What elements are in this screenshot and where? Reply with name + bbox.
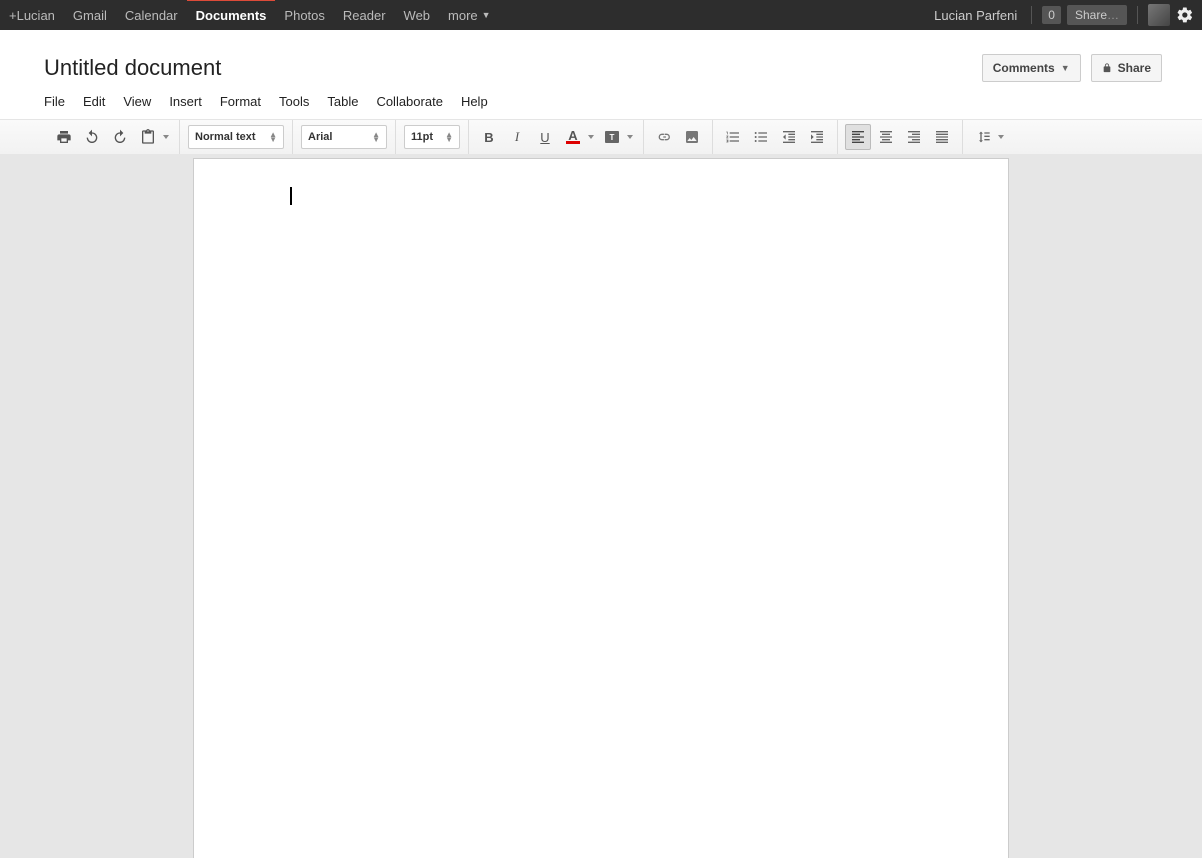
print-icon[interactable] bbox=[51, 124, 77, 150]
gbar-item-calendar[interactable]: Calendar bbox=[116, 0, 187, 30]
font-family-value: Arial bbox=[308, 131, 332, 143]
menu-tools[interactable]: Tools bbox=[279, 94, 309, 109]
italic-icon[interactable]: I bbox=[504, 124, 530, 150]
align-center-icon[interactable] bbox=[873, 124, 899, 150]
align-left-icon[interactable] bbox=[845, 124, 871, 150]
decrease-indent-icon[interactable] bbox=[776, 124, 802, 150]
gbar-item-plus[interactable]: +Lucian bbox=[0, 0, 64, 30]
stepper-icon: ▲▼ bbox=[269, 132, 277, 142]
chevron-down-icon: ▼ bbox=[482, 10, 491, 20]
text-cursor bbox=[290, 187, 292, 205]
align-justify-icon[interactable] bbox=[929, 124, 955, 150]
toolbar: Normal text ▲▼ Arial ▲▼ 11pt ▲▼ B I U A bbox=[0, 119, 1202, 155]
toolbar-group-actions bbox=[44, 120, 180, 154]
toolbar-group-lists bbox=[713, 120, 838, 154]
bold-icon[interactable]: B bbox=[476, 124, 502, 150]
gbar-item-web[interactable]: Web bbox=[395, 0, 440, 30]
gbar-more-label: more bbox=[448, 8, 478, 23]
font-size-value: 11pt bbox=[411, 131, 433, 143]
editor-workspace[interactable] bbox=[0, 154, 1202, 858]
numbered-list-icon[interactable] bbox=[720, 124, 746, 150]
gbar-item-documents[interactable]: Documents bbox=[187, 0, 276, 29]
toolbar-group-insert bbox=[644, 120, 713, 154]
share-button-label: Share bbox=[1118, 61, 1151, 75]
toolbar-group-size: 11pt ▲▼ bbox=[396, 120, 469, 154]
image-icon[interactable] bbox=[679, 124, 705, 150]
align-right-icon[interactable] bbox=[901, 124, 927, 150]
gbar-item-more[interactable]: more ▼ bbox=[439, 0, 500, 30]
document-page[interactable] bbox=[193, 158, 1009, 858]
document-chrome: Untitled document Comments ▼ Share File … bbox=[0, 30, 1202, 156]
separator bbox=[1031, 6, 1032, 24]
toolbar-group-spacing bbox=[963, 120, 1014, 154]
text-color-icon[interactable]: A bbox=[560, 124, 586, 150]
paragraph-style-combo[interactable]: Normal text ▲▼ bbox=[188, 125, 284, 149]
google-bar-right: Lucian Parfeni 0 Share bbox=[934, 4, 1194, 26]
title-row: Untitled document Comments ▼ Share bbox=[0, 30, 1202, 86]
font-family-combo[interactable]: Arial ▲▼ bbox=[301, 125, 387, 149]
menu-file[interactable]: File bbox=[44, 94, 65, 109]
menu-view[interactable]: View bbox=[123, 94, 151, 109]
menu-bar: File Edit View Insert Format Tools Table… bbox=[0, 86, 1202, 119]
toolbar-group-align bbox=[838, 120, 963, 154]
bulleted-list-icon[interactable] bbox=[748, 124, 774, 150]
menu-format[interactable]: Format bbox=[220, 94, 261, 109]
highlight-color-icon[interactable]: T bbox=[599, 124, 625, 150]
toolbar-group-text-format: B I U A T bbox=[469, 120, 644, 154]
account-username[interactable]: Lucian Parfeni bbox=[934, 8, 1017, 23]
menu-help[interactable]: Help bbox=[461, 94, 488, 109]
notifications-count[interactable]: 0 bbox=[1042, 6, 1061, 24]
line-spacing-icon[interactable] bbox=[970, 124, 996, 150]
comments-button-label: Comments bbox=[993, 61, 1055, 75]
share-button[interactable]: Share bbox=[1091, 54, 1162, 82]
title-buttons: Comments ▼ Share bbox=[982, 54, 1162, 82]
menu-collaborate[interactable]: Collaborate bbox=[376, 94, 443, 109]
increase-indent-icon[interactable] bbox=[804, 124, 830, 150]
toolbar-group-style: Normal text ▲▼ bbox=[180, 120, 293, 154]
menu-insert[interactable]: Insert bbox=[169, 94, 202, 109]
toolbar-group-font: Arial ▲▼ bbox=[293, 120, 396, 154]
undo-icon[interactable] bbox=[79, 124, 105, 150]
chevron-down-icon: ▼ bbox=[1061, 63, 1070, 73]
menu-edit[interactable]: Edit bbox=[83, 94, 105, 109]
gbar-item-photos[interactable]: Photos bbox=[275, 0, 333, 30]
separator bbox=[1137, 6, 1138, 24]
redo-icon[interactable] bbox=[107, 124, 133, 150]
comments-button[interactable]: Comments ▼ bbox=[982, 54, 1081, 82]
google-bar: +Lucian Gmail Calendar Documents Photos … bbox=[0, 0, 1202, 30]
avatar[interactable] bbox=[1148, 4, 1170, 26]
menu-table[interactable]: Table bbox=[327, 94, 358, 109]
stepper-icon: ▲▼ bbox=[445, 132, 453, 142]
font-size-combo[interactable]: 11pt ▲▼ bbox=[404, 125, 460, 149]
gbar-share-chip[interactable]: Share bbox=[1067, 5, 1127, 25]
underline-icon[interactable]: U bbox=[532, 124, 558, 150]
stepper-icon: ▲▼ bbox=[372, 132, 380, 142]
lock-icon bbox=[1102, 63, 1112, 73]
paste-icon[interactable] bbox=[135, 124, 161, 150]
paragraph-style-value: Normal text bbox=[195, 131, 256, 143]
gbar-item-gmail[interactable]: Gmail bbox=[64, 0, 116, 30]
link-icon[interactable] bbox=[651, 124, 677, 150]
gbar-item-reader[interactable]: Reader bbox=[334, 0, 395, 30]
google-bar-left: +Lucian Gmail Calendar Documents Photos … bbox=[0, 0, 500, 30]
document-title[interactable]: Untitled document bbox=[44, 55, 221, 81]
gear-icon[interactable] bbox=[1176, 6, 1194, 24]
